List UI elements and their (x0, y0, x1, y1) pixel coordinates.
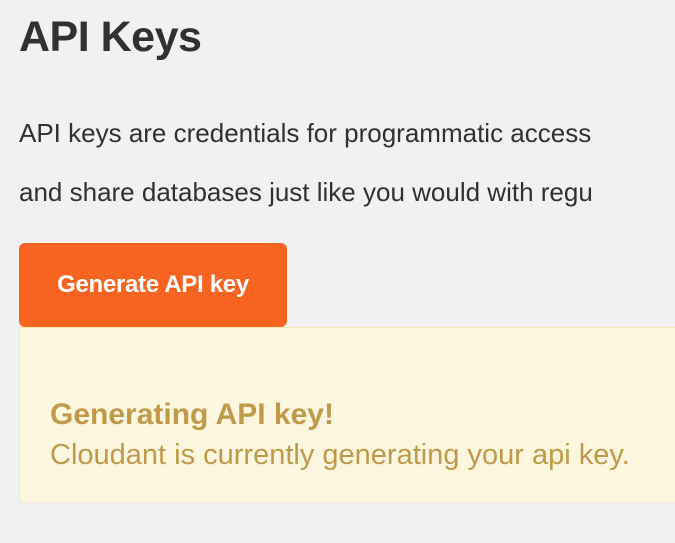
api-keys-page: API Keys API keys are credentials for pr… (0, 0, 675, 543)
notice-title: Generating API key! (50, 398, 334, 431)
notice-message: Cloudant is currently generating your ap… (50, 439, 630, 471)
api-keys-description: API keys are credentials for programmati… (19, 104, 675, 222)
api-key-generation-notice: Generating API key! Cloudant is currentl… (19, 327, 675, 503)
page-title: API Keys (19, 13, 202, 61)
description-line-1: API keys are credentials for programmati… (19, 118, 592, 148)
description-line-2: and share databases just like you would … (19, 177, 593, 207)
generate-api-key-button[interactable]: Generate API key (19, 243, 287, 327)
